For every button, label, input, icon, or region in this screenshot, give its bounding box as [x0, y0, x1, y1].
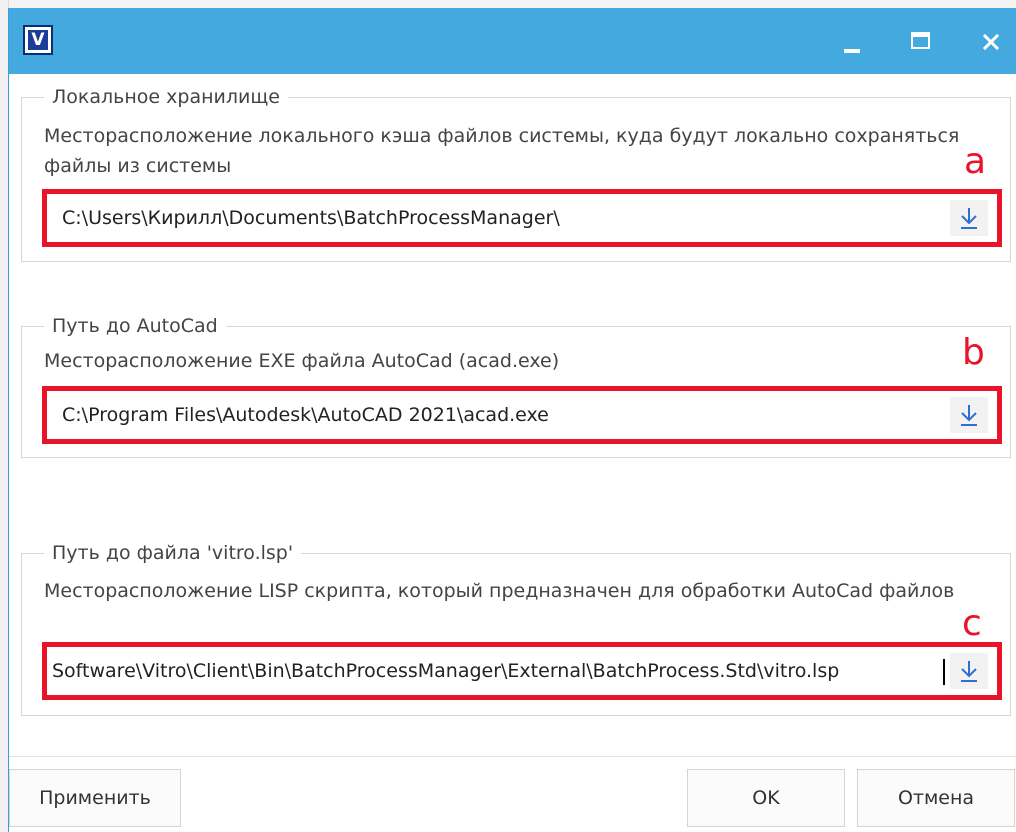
group-description: Месторасположение EXE файла AutoCad (aca…	[44, 350, 560, 372]
browse-button[interactable]	[950, 200, 988, 236]
annotation-box-c: Software\Vitro\Client\Bin\BatchProcessMa…	[42, 642, 1002, 700]
download-arrow-icon	[961, 661, 977, 682]
ok-button[interactable]: OK	[687, 769, 845, 827]
close-icon	[983, 34, 999, 50]
settings-dialog: V Локальное хранилище Месторасположение …	[8, 8, 1016, 832]
download-arrow-icon	[961, 405, 977, 426]
group-legend: Локальное хранилище	[44, 84, 288, 110]
autocad-exe-path-input[interactable]: C:\Program Files\Autodesk\AutoCAD 2021\a…	[62, 395, 944, 435]
group-description: Месторасположение локального кэша файлов…	[44, 125, 960, 177]
group-legend: Путь до файла 'vitro.lsp'	[44, 540, 302, 566]
vitro-lsp-path-group: Путь до файла 'vitro.lsp' Месторасположе…	[21, 540, 1011, 716]
browse-button[interactable]	[950, 397, 988, 433]
close-button[interactable]	[971, 20, 1011, 60]
download-arrow-icon	[961, 208, 977, 229]
local-cache-path-field[interactable]: C:\Users\Кирилл\Documents\BatchProcessMa…	[52, 198, 992, 238]
local-storage-group: Локальное хранилище Месторасположение ло…	[21, 84, 1011, 262]
autocad-exe-path-field[interactable]: C:\Program Files\Autodesk\AutoCAD 2021\a…	[52, 395, 992, 435]
text-caret	[943, 659, 945, 685]
group-legend: Путь до AutoCad	[44, 313, 226, 339]
vitro-lsp-path-field[interactable]: Software\Vitro\Client\Bin\BatchProcessMa…	[52, 651, 992, 691]
local-cache-path-input[interactable]: C:\Users\Кирилл\Documents\BatchProcessMa…	[62, 198, 944, 238]
annotation-marker-c: c	[962, 603, 982, 644]
minimize-button[interactable]	[831, 20, 871, 60]
footer-divider	[9, 756, 1016, 757]
group-description: Месторасположение LISP скрипта, который …	[44, 580, 955, 602]
app-icon: V	[23, 25, 53, 55]
vitro-lsp-path-text: Software\Vitro\Client\Bin\BatchProcessMa…	[52, 660, 840, 682]
maximize-icon	[911, 32, 930, 49]
annotation-marker-b: b	[962, 332, 985, 373]
browse-button[interactable]	[950, 653, 988, 689]
autocad-path-group: Путь до AutoCad Месторасположение EXE фа…	[21, 313, 1011, 458]
maximize-button[interactable]	[901, 20, 941, 60]
annotation-box-b: C:\Program Files\Autodesk\AutoCAD 2021\a…	[42, 386, 1002, 444]
app-icon-letter: V	[28, 30, 48, 50]
title-bar[interactable]: V	[9, 8, 1016, 74]
minimize-icon	[844, 49, 860, 53]
apply-button[interactable]: Применить	[9, 769, 181, 827]
annotation-box-a: C:\Users\Кирилл\Documents\BatchProcessMa…	[42, 189, 1002, 247]
vitro-lsp-path-input[interactable]: Software\Vitro\Client\Bin\BatchProcessMa…	[52, 651, 944, 691]
cancel-button[interactable]: Отмена	[857, 769, 1015, 827]
annotation-marker-a: a	[964, 141, 987, 182]
